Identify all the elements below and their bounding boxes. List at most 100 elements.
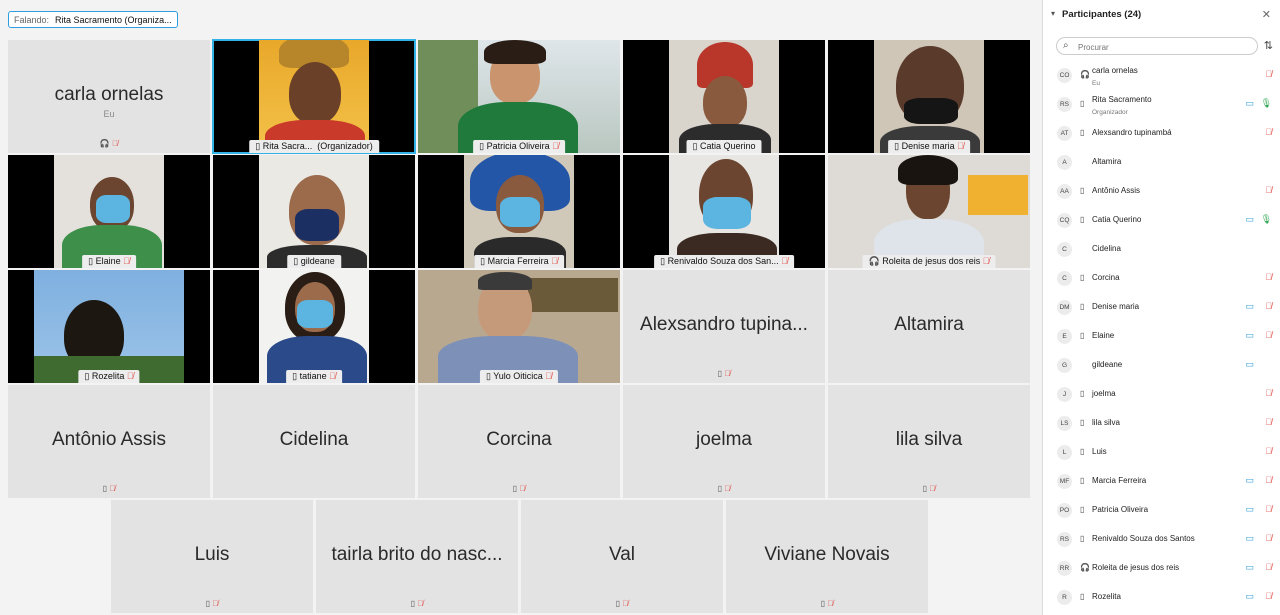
tile-status-icons: ▯ 🎙̸ bbox=[418, 484, 620, 493]
participant-name: Antônio Assis bbox=[1092, 186, 1141, 195]
video-feed bbox=[669, 40, 779, 153]
sort-icon[interactable]: ⇅ bbox=[1264, 39, 1273, 52]
tile-denise-maria[interactable]: ▯ Denise maria 🎙̸ bbox=[828, 40, 1030, 153]
tile-gildeane[interactable]: ▯ gildeane bbox=[213, 155, 415, 268]
participant-row[interactable]: A Altamira bbox=[1043, 148, 1280, 177]
mic-muted-icon: 🎙̸ bbox=[1265, 533, 1272, 543]
tile-val[interactable]: Val ▯ 🎙̸ bbox=[521, 500, 723, 613]
mic-muted-icon: 🎙̸ bbox=[545, 371, 553, 381]
avatar: AA bbox=[1057, 184, 1072, 199]
tile-carla-ornelas[interactable]: carla ornelas Eu 🎧 🎙̸ bbox=[8, 40, 210, 153]
avatar: RS bbox=[1057, 97, 1072, 112]
phone-icon: ▯ bbox=[1080, 331, 1085, 340]
mic-muted-icon: 🎙̸ bbox=[724, 369, 731, 378]
mic-muted-icon: 🎙̸ bbox=[1265, 127, 1272, 137]
participant-row[interactable]: MF ▯ Marcia Ferreira ▭ 🎙̸ bbox=[1043, 467, 1280, 496]
participants-title: Participantes (24) bbox=[1062, 9, 1142, 20]
mic-muted-icon: 🎙̸ bbox=[1265, 388, 1272, 398]
tile-yulo-oiticica[interactable]: ▯ Yulo Oiticica 🎙̸ bbox=[418, 270, 620, 383]
participant-name: Altamira bbox=[1092, 157, 1122, 166]
avatar: AT bbox=[1057, 126, 1072, 141]
search-input[interactable] bbox=[1076, 39, 1250, 55]
participant-row[interactable]: LS ▯ lila silva 🎙̸ bbox=[1043, 409, 1280, 438]
tile-name: Antônio Assis bbox=[51, 429, 167, 450]
participant-name: gildeane bbox=[1092, 360, 1123, 369]
avatar: A bbox=[1057, 155, 1072, 170]
tile-name-tag: ▯ Rozelita 🎙̸ bbox=[78, 370, 140, 383]
participant-row[interactable]: R ▯ Rozelita ▭ 🎙̸ bbox=[1043, 583, 1280, 612]
avatar: R bbox=[1057, 590, 1072, 605]
close-icon[interactable]: ✕ bbox=[1262, 8, 1271, 21]
tile-renivaldo[interactable]: ▯ Renivaldo Souza dos San... 🎙̸ bbox=[623, 155, 825, 268]
mic-on-icon: 🎙 bbox=[1260, 98, 1272, 108]
phone-icon: ▯ bbox=[1080, 186, 1085, 195]
participant-row[interactable]: AA ▯ Antônio Assis 🎙̸ bbox=[1043, 177, 1280, 206]
participant-row[interactable]: CQ ▯ Catia Querino ▭ 🎙 bbox=[1043, 206, 1280, 235]
mic-muted-icon: 🎙̸ bbox=[552, 141, 559, 151]
active-speaker-indicator[interactable]: Falando: Rita Sacramento (Organiza... bbox=[8, 11, 178, 28]
video-feed bbox=[259, 270, 369, 383]
participant-row[interactable]: RR 🎧 Roleita de jesus dos reis ▭ 🎙̸ bbox=[1043, 554, 1280, 583]
tile-status-icons: 🎧 🎙̸ bbox=[8, 139, 210, 148]
tile-rita-sacramento[interactable]: ▯ Rita Sacra... (Organizador) bbox=[212, 39, 416, 154]
collapse-chevron-icon[interactable]: ▾ bbox=[1051, 9, 1055, 18]
avatar: PO bbox=[1057, 503, 1072, 518]
phone-icon: ▯ bbox=[292, 371, 298, 381]
tile-self-label: Eu bbox=[103, 109, 115, 119]
participant-row[interactable]: J ▯ joelma 🎙̸ bbox=[1043, 380, 1280, 409]
video-grid: Falando: Rita Sacramento (Organiza... car… bbox=[0, 0, 1042, 615]
participant-row[interactable]: C ▯ Corcina 🎙̸ bbox=[1043, 264, 1280, 293]
participant-row[interactable]: C Cidelina bbox=[1043, 235, 1280, 264]
tile-lila-silva[interactable]: lila silva ▯ 🎙̸ bbox=[828, 385, 1030, 498]
tile-corcina[interactable]: Corcina ▯ 🎙̸ bbox=[418, 385, 620, 498]
participant-name: Luis bbox=[1092, 447, 1107, 456]
tile-alexsandro[interactable]: Alexsandro tupina... ▯ 🎙̸ bbox=[623, 270, 825, 383]
tile-rozelita[interactable]: ▯ Rozelita 🎙̸ bbox=[8, 270, 210, 383]
tile-tairla[interactable]: tairla brito do nasc... ▯ 🎙̸ bbox=[316, 500, 518, 613]
participant-row[interactable]: E ▯ Elaine ▭ 🎙̸ bbox=[1043, 322, 1280, 351]
tile-marcia-ferreira[interactable]: ▯ Marcia Ferreira 🎙̸ bbox=[418, 155, 620, 268]
phone-icon: ▯ bbox=[1080, 389, 1085, 398]
participant-row[interactable]: L ▯ Luis 🎙̸ bbox=[1043, 438, 1280, 467]
search-box[interactable]: ⌕ bbox=[1056, 37, 1258, 55]
participant-role: Organizador bbox=[1092, 109, 1128, 116]
tile-patricia-oliveira[interactable]: ▯ Patricia Oliveira 🎙̸ bbox=[418, 40, 620, 153]
tile-altamira[interactable]: Altamira bbox=[828, 270, 1030, 383]
phone-icon: ▯ bbox=[205, 599, 211, 608]
phone-icon: ▯ bbox=[88, 256, 94, 266]
participant-row[interactable]: RS ▯ Rita Sacramento Organizador ▭ 🎙 bbox=[1043, 90, 1280, 119]
participant-name: Catia Querino bbox=[1092, 215, 1142, 224]
phone-icon: ▯ bbox=[1080, 476, 1085, 485]
mic-muted-icon: 🎙̸ bbox=[724, 484, 731, 493]
avatar: C bbox=[1057, 242, 1072, 257]
participant-row[interactable]: AT ▯ Alexsandro tupinambá 🎙̸ bbox=[1043, 119, 1280, 148]
tile-name-tag: ▯ Catia Querino bbox=[686, 140, 762, 153]
tile-antonio-assis[interactable]: Antônio Assis ▯ 🎙̸ bbox=[8, 385, 210, 498]
tile-catia-querino[interactable]: ▯ Catia Querino bbox=[623, 40, 825, 153]
participant-row[interactable]: PO ▯ Patricia Oliveira ▭ 🎙̸ bbox=[1043, 496, 1280, 525]
participant-name: Corcina bbox=[1092, 273, 1120, 282]
participant-name: Alexsandro tupinambá bbox=[1092, 128, 1172, 137]
participant-row[interactable]: CO 🎧 carla ornelas Eu 🎙̸ bbox=[1043, 61, 1280, 90]
mic-muted-icon: 🎙̸ bbox=[519, 484, 526, 493]
tile-elaine[interactable]: ▯ Elaine 🎙̸ bbox=[8, 155, 210, 268]
mic-muted-icon: 🎙̸ bbox=[212, 599, 219, 608]
participant-row[interactable]: Ggildeane ▭ bbox=[1043, 351, 1280, 380]
headset-icon: 🎧 bbox=[1080, 70, 1090, 79]
avatar: DM bbox=[1057, 300, 1072, 315]
tile-roleita[interactable]: 🎧 Roleita de jesus dos reis 🎙̸ bbox=[828, 155, 1030, 268]
tile-luis[interactable]: Luis ▯ 🎙̸ bbox=[111, 500, 313, 613]
participant-row[interactable]: RS ▯ Renivaldo Souza dos Santos ▭ 🎙̸ bbox=[1043, 525, 1280, 554]
participant-row[interactable]: DM ▯ Denise maria ▭ 🎙̸ bbox=[1043, 293, 1280, 322]
tile-tatiane[interactable]: ▯ tatiane 🎙̸ bbox=[213, 270, 415, 383]
tile-cidelina[interactable]: Cidelina bbox=[213, 385, 415, 498]
mic-muted-icon: 🎙̸ bbox=[112, 139, 119, 148]
mic-muted-icon: 🎙̸ bbox=[1265, 504, 1272, 514]
active-speaker-label: Falando: bbox=[14, 15, 50, 25]
tile-viviane-novais[interactable]: Viviane Novais ▯ 🎙̸ bbox=[726, 500, 928, 613]
tile-joelma[interactable]: joelma ▯ 🎙̸ bbox=[623, 385, 825, 498]
camera-icon: ▭ bbox=[1245, 214, 1254, 224]
tile-name: carla ornelas bbox=[54, 84, 164, 105]
tile-name-tag: ▯ gildeane bbox=[287, 255, 341, 268]
tile-name: joelma bbox=[696, 429, 752, 450]
